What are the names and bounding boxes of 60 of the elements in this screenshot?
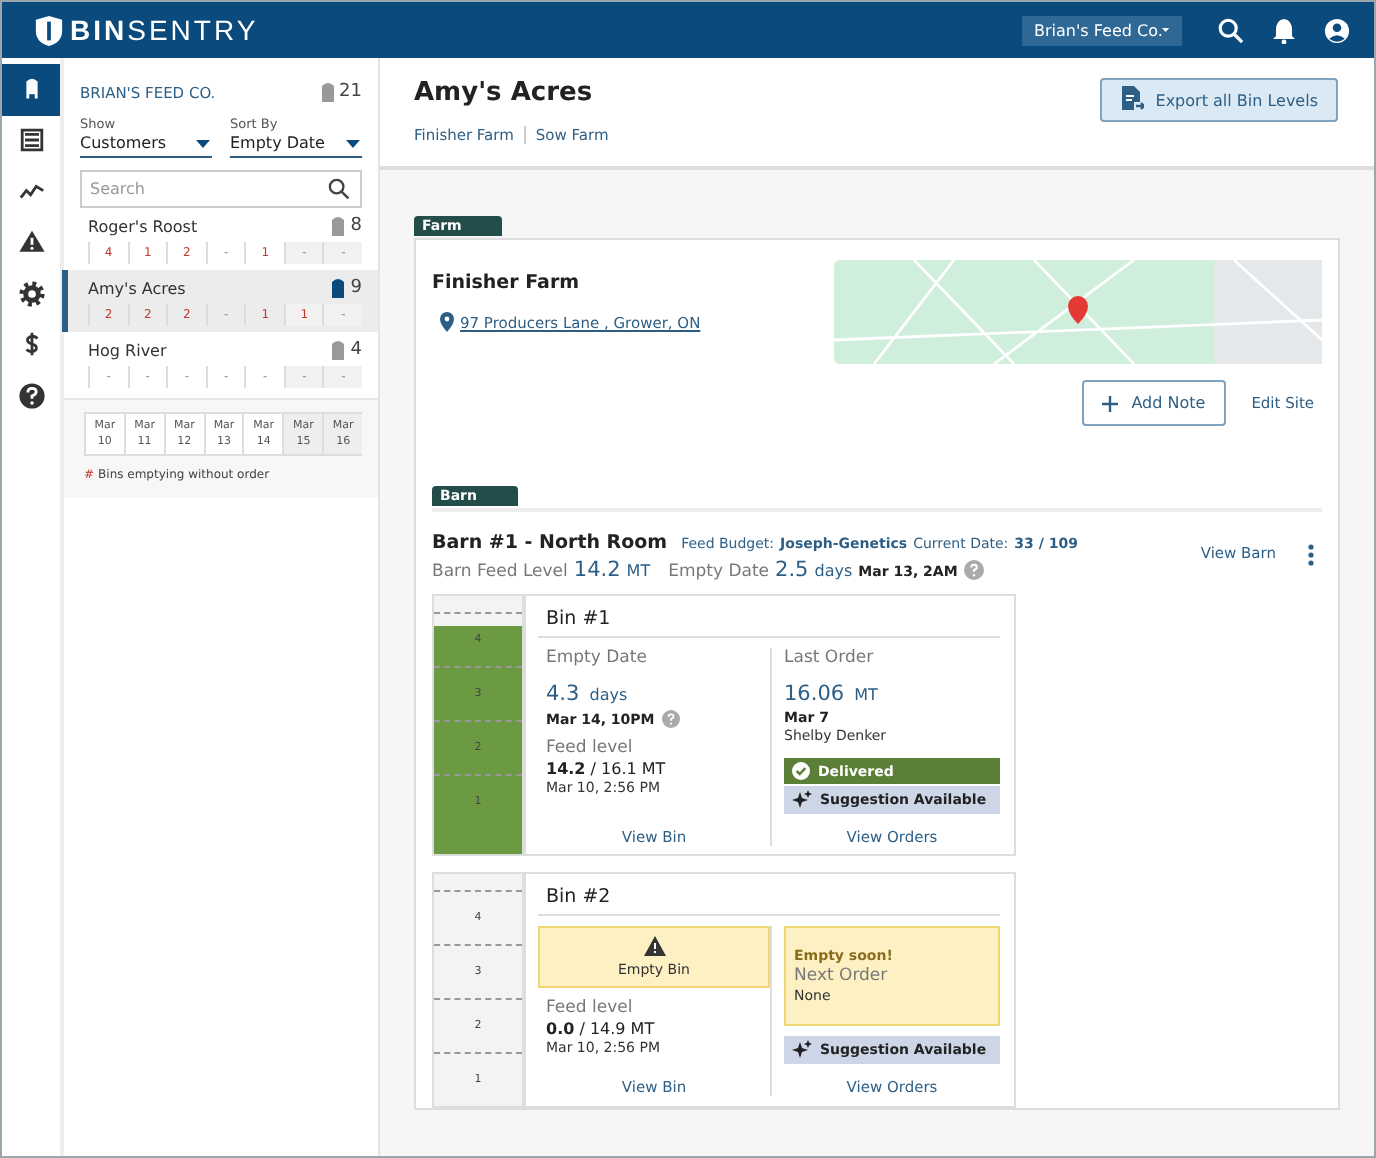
search-icon[interactable] [1218, 17, 1244, 43]
empty-date-label: Empty Date [668, 562, 770, 582]
empty-days-value: 4.3 [546, 682, 580, 706]
bin-icon [332, 278, 345, 298]
bin-count: 21 [339, 82, 362, 102]
caret-icon [196, 139, 210, 147]
more-options-icon[interactable] [1308, 544, 1314, 566]
empty-days-value: 2.5 [775, 558, 809, 582]
warning-icon [643, 936, 665, 956]
show-dropdown[interactable]: Customers [80, 132, 212, 158]
bin-icon [332, 340, 345, 360]
sparkle-icon [792, 790, 812, 810]
page-title: Amy's Acres [414, 78, 595, 108]
shield-logo-icon [34, 13, 64, 47]
sort-by-dropdown[interactable]: Empty Date [230, 132, 362, 158]
plus-icon [1101, 395, 1118, 411]
bin-name: Bin #1 [538, 604, 1000, 638]
order-amount: 16.06 [784, 682, 845, 706]
bin-name: Bin #2 [538, 882, 1000, 916]
bin-icon [321, 82, 334, 102]
barn-feed-level-label: Barn Feed Level [432, 562, 568, 582]
location-pin-icon [440, 312, 454, 332]
search-icon [328, 178, 350, 200]
empty-date-label: Empty Date [546, 648, 649, 668]
sparkle-icon [792, 1040, 812, 1060]
gear-icon [17, 279, 45, 308]
customer-name: Amy's Acres [88, 279, 186, 297]
next-order-label: Next Order [794, 966, 890, 986]
user-account-icon[interactable] [1324, 17, 1350, 43]
list-icon [17, 126, 45, 155]
last-order-label: Last Order [784, 648, 876, 668]
alert-icon [17, 228, 45, 257]
notification-bell-icon[interactable] [1272, 17, 1296, 43]
empty-days-unit: days [814, 562, 853, 580]
feed-level-value: 0.0 / 14.9 MT [546, 1020, 657, 1038]
bin-count: 9 [350, 278, 362, 298]
caret-icon [346, 139, 360, 147]
search-field[interactable]: Search [80, 170, 362, 208]
export-button[interactable]: Export all Bin Levels [1099, 78, 1338, 122]
help-icon [17, 381, 45, 410]
barn-feed-level-value: 14.2 [573, 558, 621, 582]
feed-level-label: Feed level [546, 998, 635, 1018]
add-note-button[interactable]: Add Note [1081, 380, 1226, 426]
barn-name: Barn #1 - North Room [432, 532, 668, 554]
empty-days-unit: days [589, 686, 628, 704]
caret-icon [1162, 26, 1170, 34]
barn-feed-level-unit: MT [626, 562, 651, 580]
feed-level-value: 14.2 / 16.1 MT [546, 760, 668, 778]
order-unit: MT [854, 686, 878, 704]
farm-name: Finisher Farm [432, 272, 582, 294]
bin-count: 4 [350, 340, 362, 360]
customer-name: Roger's Roost [88, 217, 198, 235]
document-export-icon [1119, 86, 1144, 114]
brand-logo-text: BINSENTRY [70, 14, 259, 46]
bin-icon [332, 216, 345, 236]
company-select[interactable]: Brian's Feed Co. [1022, 15, 1182, 45]
bin-nav-button[interactable] [2, 64, 60, 115]
feed-level-label: Feed level [546, 738, 635, 758]
customer-name: Hog River [88, 341, 167, 359]
bin-count: 8 [350, 216, 362, 236]
